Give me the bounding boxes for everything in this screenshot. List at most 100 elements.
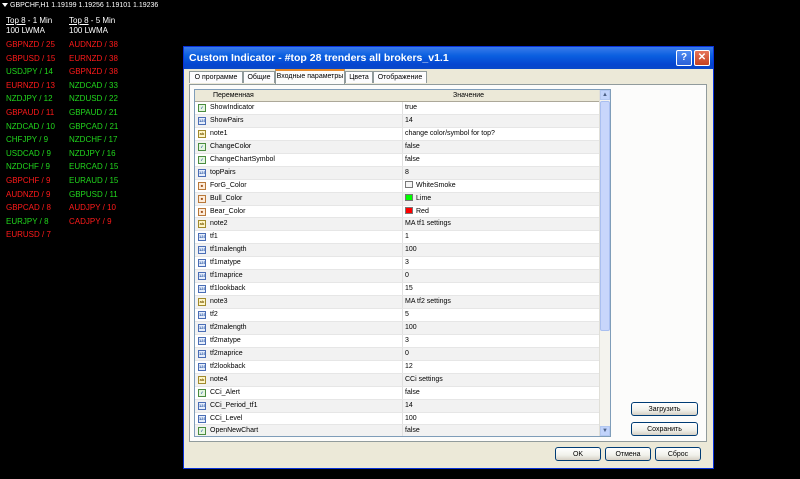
pair-item: EURNZD / 13 [6,80,55,90]
parameter-value-text: 3 [405,336,409,344]
top-label-2: Top 8 [69,16,89,25]
parameter-value[interactable]: 100 [405,413,417,426]
parameter-value-text: 100 [405,414,417,422]
pair-item: EURAUD / 15 [69,175,119,185]
tab-visualization[interactable]: Отображение [373,71,427,83]
parameter-value[interactable]: 100 [405,322,417,335]
parameter-value[interactable]: 5 [405,309,409,322]
bool-type-icon: ✓ [198,155,206,164]
num-type-icon: 123 [198,323,206,332]
parameter-value[interactable]: Red [405,206,429,219]
parameter-row[interactable]: 123 CCi_Period_tf1 14 [195,399,600,413]
parameter-row[interactable]: 123 tf2malength 100 [195,321,600,335]
parameter-value[interactable]: 1 [405,231,409,244]
vertical-scrollbar[interactable]: ▲ ▼ [599,90,610,436]
scroll-up-icon[interactable]: ▲ [600,90,610,100]
parameter-value[interactable]: WhiteSmoke [405,180,456,193]
scroll-thumb[interactable] [600,101,610,331]
parameter-value[interactable]: MA tf1 settings [405,218,451,231]
parameter-value[interactable]: false [405,387,420,400]
pair-item: NZDCHF / 17 [69,135,118,145]
save-button[interactable]: Сохранить [631,422,698,436]
parameter-row[interactable]: ab note4 CCi settings [195,373,600,387]
parameter-value[interactable]: Lime [405,193,431,206]
scroll-down-icon[interactable]: ▼ [600,426,610,436]
close-icon[interactable]: ✕ [694,50,710,66]
parameter-row[interactable]: 123 tf1 1 [195,231,600,245]
tab-colors[interactable]: Цвета [345,71,373,83]
help-icon[interactable]: ? [676,50,692,66]
parameter-row[interactable]: 123 tf2lookback 12 [195,360,600,374]
parameter-row[interactable]: ab note3 MA tf2 settings [195,296,600,309]
load-button[interactable]: Загрузить [631,402,698,416]
parameter-rows: ✓ ShowIndicator true 123 ShowPairs 14 ab note1 c… [195,102,600,436]
parameter-value[interactable]: 14 [405,400,413,413]
parameter-row[interactable]: ■ ForG_Color WhiteSmoke [195,179,600,193]
column-divider [402,296,403,308]
dropdown-triangle-icon[interactable] [2,3,8,8]
parameter-value[interactable]: false [405,154,420,167]
ok-button[interactable]: OK [555,447,601,461]
parameter-value[interactable]: false [405,425,420,436]
parameter-value[interactable]: 3 [405,335,409,348]
cancel-button[interactable]: Отмена [605,447,651,461]
parameter-value[interactable]: true [405,102,417,115]
parameter-row[interactable]: 123 topPairs 8 [195,166,600,180]
parameter-value[interactable]: false [405,141,420,154]
num-type-icon: 123 [198,116,206,125]
parameter-value[interactable]: 3 [405,257,409,270]
parameter-row[interactable]: 123 tf2 5 [195,309,600,322]
parameter-row[interactable]: ■ Bull_Color Lime [195,192,600,206]
parameter-value-text: 5 [405,311,409,318]
parameter-row[interactable]: ■ Bear_Color Red [195,205,600,219]
parameter-row[interactable]: 123 tf1matype 3 [195,257,600,271]
parameter-row[interactable]: ab note1 change color/symbol for top? [195,127,600,141]
column-value[interactable]: Значение [453,90,484,101]
parameters-grid[interactable]: Переменная Значение ✓ ShowIndicator true 12… [194,89,611,437]
parameter-row[interactable]: 123 ShowPairs 14 [195,114,600,128]
timeframe-1: - 1 Min [25,16,53,25]
pair-item: NZDCAD / 33 [69,80,118,90]
parameter-row[interactable]: ✓ ChangeColor false [195,140,600,154]
parameter-value[interactable]: 100 [405,244,417,257]
parameter-row[interactable]: ✓ OpenNewChart false [195,425,600,436]
title-bar[interactable]: Custom Indicator - #top 28 trenders all … [184,47,713,69]
parameter-row[interactable]: 123 tf2matype 3 [195,334,600,348]
parameter-value[interactable]: 14 [405,115,413,128]
txt-type-icon: ab [198,129,206,138]
pair-item: NZDJPY / 16 [69,148,116,158]
column-divider [402,425,403,436]
bool-type-icon: ✓ [198,142,206,151]
column-divider [402,153,403,166]
parameter-row[interactable]: ✓ ChangeChartSymbol false [195,153,600,167]
parameter-value[interactable]: 0 [405,270,409,283]
parameter-row[interactable]: 123 tf2maprice 0 [195,347,600,361]
parameter-value[interactable]: 0 [405,348,409,361]
pair-item: AUDJPY / 10 [69,203,116,213]
pair-item: AUDNZD / 9 [6,189,51,199]
parameter-row[interactable]: 123 tf1malength 100 [195,244,600,258]
parameter-name: CCi_Level [210,414,243,422]
parameter-row[interactable]: ✓ CCi_Alert false [195,386,600,400]
reset-button[interactable]: Сброс [655,447,701,461]
parameter-row[interactable]: 123 CCi_Level 100 [195,412,600,426]
parameter-value[interactable]: 8 [405,167,409,180]
parameter-row[interactable]: 123 tf1lookback 15 [195,283,600,297]
tab-common[interactable]: Общие [243,71,275,83]
parameter-row[interactable]: ✓ ShowIndicator true [195,102,600,115]
parameter-value[interactable]: MA tf2 settings [405,296,451,309]
txt-type-icon: ab [198,375,206,384]
grid-header: Переменная Значение [195,90,610,102]
column-variable[interactable]: Переменная [213,90,254,101]
parameter-value[interactable]: 15 [405,283,413,296]
parameter-name: tf2maprice [210,349,243,357]
parameter-value[interactable]: CCi settings [405,374,443,387]
tab-about[interactable]: О программе [189,71,243,83]
parameter-value[interactable]: change color/symbol for top? [405,128,495,141]
parameter-row[interactable]: ab note2 MA tf1 settings [195,218,600,232]
parameter-value[interactable]: 12 [405,361,413,374]
tab-inputs[interactable]: Входные параметры [275,69,345,84]
parameter-row[interactable]: 123 tf1maprice 0 [195,270,600,284]
dialog-title: Custom Indicator - #top 28 trenders all … [189,52,449,64]
num-type-icon: 123 [198,401,206,410]
